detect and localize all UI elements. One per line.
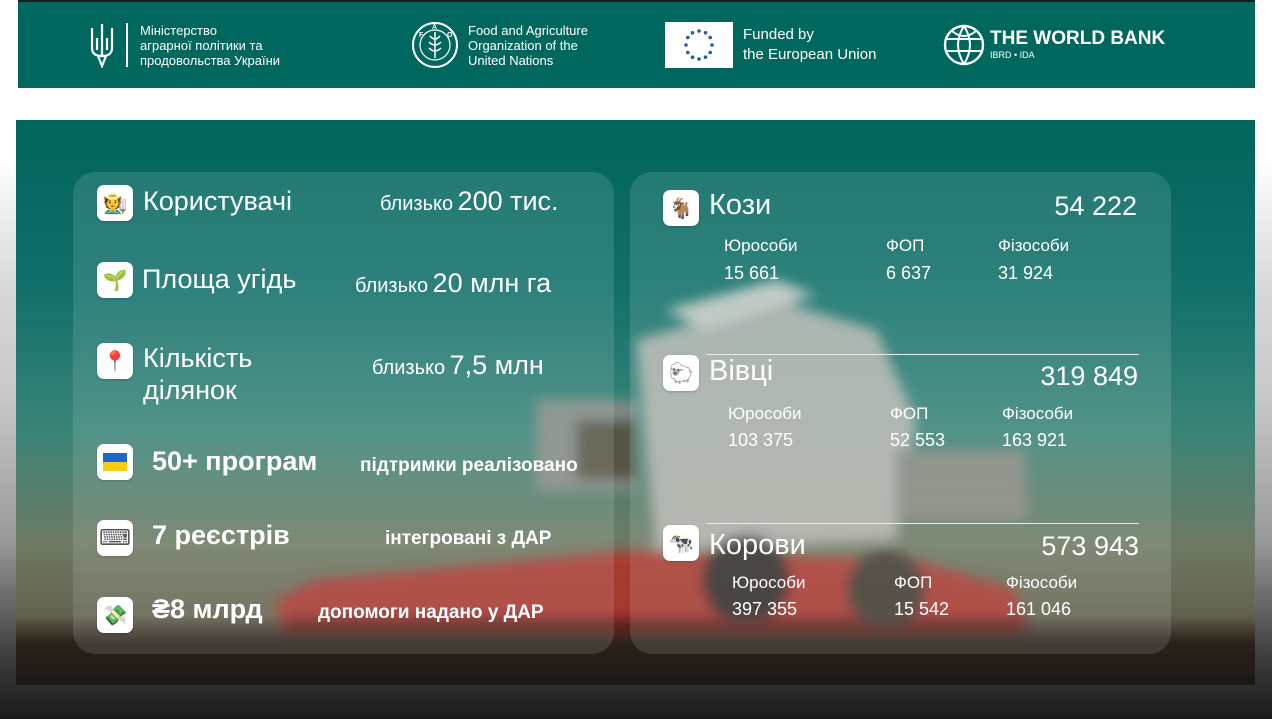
seedling-glyph: 🌱: [102, 269, 128, 292]
plots-label-line-2: ділянок: [143, 375, 237, 405]
goats-col1-label: Юрособи: [724, 236, 798, 255]
goats-col3-value: 31 924: [998, 263, 1054, 283]
seedling-icon: 🌱: [97, 262, 133, 298]
ministry-logo: Міністерство аграрної політики та продов…: [88, 22, 280, 69]
ukraine-flag-shape: [103, 453, 127, 471]
ministry-line-2: аграрної політики та: [140, 37, 263, 53]
cows-col3-label: Фізособи: [1006, 573, 1078, 592]
ukraine-flag-icon: [97, 444, 133, 480]
fao-line-3: United Nations: [468, 52, 554, 68]
pin-icon: 📍: [97, 343, 133, 379]
ministry-name: Міністерство аграрної політики та продов…: [140, 23, 280, 68]
svg-text:F: F: [419, 32, 424, 39]
worldbank-logo: THE WORLD BANK IBRD • IDA: [942, 23, 1165, 67]
globe-icon: [942, 23, 986, 67]
area-prefix: близько: [355, 275, 429, 297]
worldbank-text: THE WORLD BANK IBRD • IDA: [990, 29, 1165, 61]
users-prefix: близько: [380, 193, 454, 215]
trident-icon: [88, 22, 116, 69]
users-value: близько 200 тис.: [380, 186, 559, 217]
programs-note: підтримки реалізовано: [360, 455, 578, 476]
money-glyph: 💸: [102, 604, 128, 627]
cow-glyph: 🐄: [668, 532, 694, 555]
goats-total: 54 222: [1054, 191, 1137, 221]
aid-note: допомоги надано у ДАР: [318, 602, 544, 623]
goat-glyph: 🐐: [668, 197, 694, 220]
sheep-total: 319 849: [1040, 361, 1138, 391]
eu-line-2: the European Union: [743, 46, 877, 63]
plots-number: 7,5 млн: [449, 350, 544, 380]
fao-seal-icon: F A O: [410, 20, 460, 70]
sheep-col3-label: Фізособи: [1002, 404, 1074, 423]
cows-divider: [706, 523, 1139, 524]
keyboard-glyph: ⌨: [99, 525, 131, 550]
cows-label: Корови: [709, 529, 806, 561]
cows-col1-label: Юрособи: [732, 573, 806, 592]
sheep-label: Вівці: [709, 355, 774, 387]
area-value: близько 20 млн га: [355, 268, 551, 299]
fao-name: Food and Agriculture Organization of the…: [468, 23, 588, 68]
cows-col1-value: 397 355: [732, 599, 798, 619]
ministry-line-1: Міністерство: [140, 22, 217, 38]
sheep-glyph: 🐑: [668, 362, 694, 385]
plots-value: близько 7,5 млн: [372, 350, 544, 381]
area-number: 20 млн га: [432, 268, 552, 298]
sheep-col1-value: 103 375: [728, 430, 794, 450]
svg-text:A: A: [432, 24, 437, 31]
eu-line-1: Funded by: [743, 26, 814, 43]
sheep-icon: 🐑: [663, 355, 699, 391]
goats-col1-value: 15 661: [724, 263, 780, 283]
cows-total: 573 943: [1041, 531, 1139, 561]
users-number: 200 тис.: [457, 186, 559, 216]
goat-icon: 🐐: [663, 190, 699, 226]
area-label: Площа угідь: [142, 264, 297, 294]
goats-col2-value: 6 637: [886, 263, 932, 283]
eu-text: Funded by the European Union: [743, 25, 876, 65]
cows-col2-value: 15 542: [894, 599, 950, 619]
plots-label-line-1: Кількість: [143, 343, 253, 373]
eu-logo: Funded by the European Union: [665, 22, 876, 68]
registries-note: інтегровані з ДАР: [385, 528, 552, 549]
farmer-glyph: 🧑‍🌾: [102, 192, 128, 215]
users-label: Користувачі: [143, 186, 293, 216]
cows-col2-label: ФОП: [894, 573, 933, 592]
registries-label: 7 реєстрів: [152, 520, 290, 550]
fao-line-2: Organization of the: [468, 37, 578, 53]
worldbank-subtitle: IBRD • IDA: [990, 50, 1035, 60]
plots-prefix: близько: [372, 357, 446, 379]
goats-col2-label: ФОП: [886, 236, 925, 255]
worldbank-title: THE WORLD BANK: [990, 28, 1166, 49]
goats-col3-label: Фізособи: [998, 236, 1070, 255]
overview-card: [73, 172, 614, 654]
svg-text:O: O: [447, 32, 453, 39]
sheep-col1-label: Юрособи: [728, 404, 802, 423]
aid-label: ₴8 млрд: [152, 594, 263, 624]
pin-glyph: 📍: [102, 350, 128, 373]
fao-line-1: Food and Agriculture: [468, 22, 588, 38]
plots-label: Кількість ділянок: [143, 342, 252, 406]
programs-label: 50+ програм: [152, 446, 318, 476]
eu-flag-icon: [665, 22, 733, 68]
cow-icon: 🐄: [663, 525, 699, 561]
money-icon: 💸: [97, 597, 133, 633]
fao-logo: F A O Food and Agriculture Organization …: [410, 20, 588, 70]
farmer-icon: 🧑‍🌾: [97, 185, 133, 221]
sheep-col2-label: ФОП: [890, 404, 929, 423]
keyboard-icon: ⌨: [97, 520, 133, 556]
cows-col3-value: 161 046: [1006, 599, 1072, 619]
logo-divider: [126, 23, 128, 67]
ministry-line-3: продовольства України: [140, 52, 281, 68]
sheep-col3-value: 163 921: [1002, 430, 1068, 450]
partner-logos-bar: Міністерство аграрної політики та продов…: [18, 0, 1255, 88]
goats-label: Кози: [709, 189, 772, 221]
sheep-col2-value: 52 553: [890, 430, 946, 450]
